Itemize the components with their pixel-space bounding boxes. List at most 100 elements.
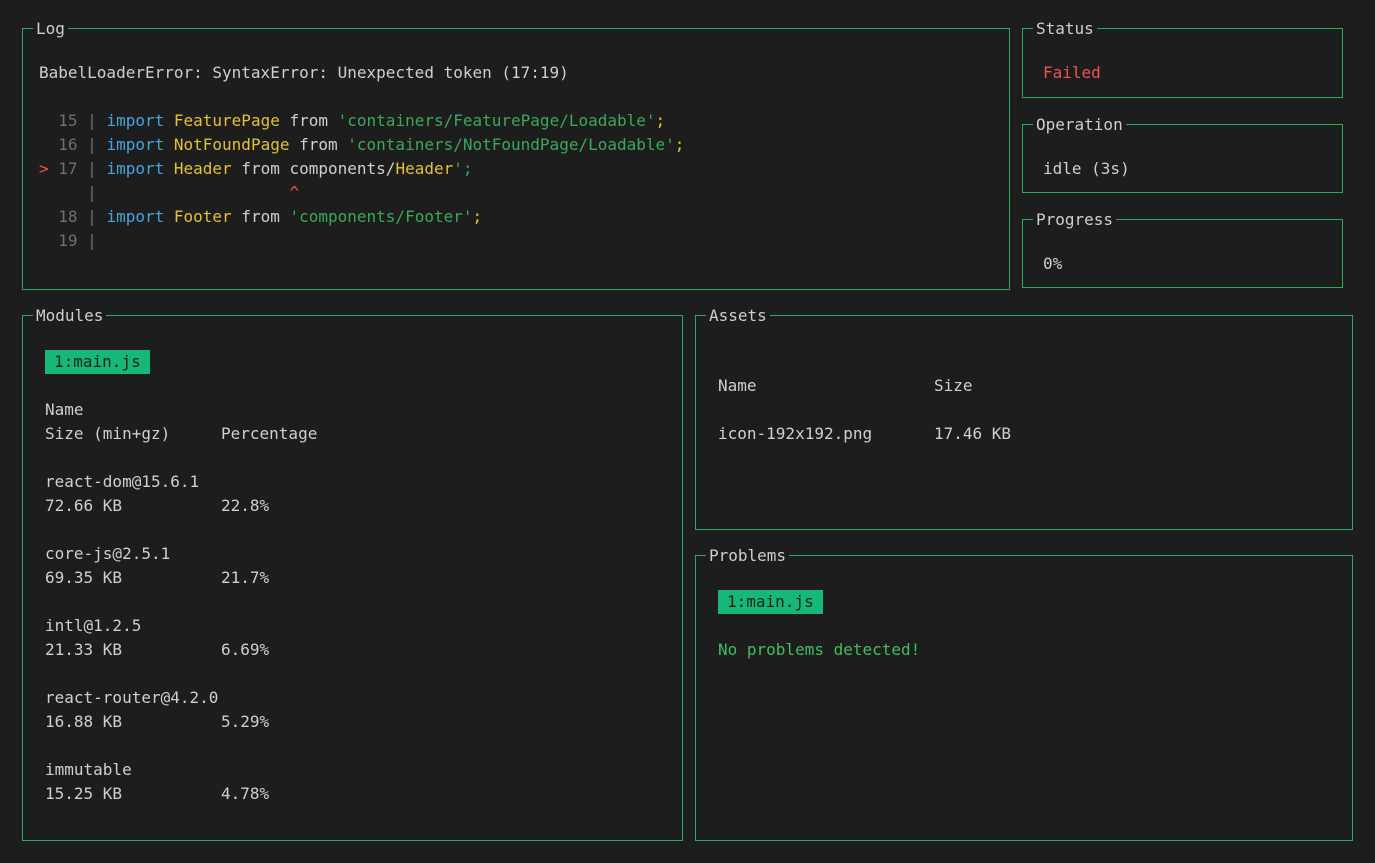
asset-name: icon-192x192.png (718, 422, 934, 446)
operation-panel-title: Operation (1033, 113, 1126, 137)
module-size: 72.66 KB (45, 494, 221, 518)
code-token (164, 135, 174, 154)
asset-size: 17.46 KB (934, 422, 1011, 446)
modules-panel-title: Modules (33, 304, 106, 328)
problems-message: No problems detected! (718, 638, 1352, 662)
module-percentage: 21.7% (221, 566, 269, 590)
module-name: intl@1.2.5 (45, 614, 682, 638)
modules-header-percentage: Percentage (221, 422, 317, 446)
code-token (164, 159, 174, 178)
module-row-line2: 16.88 KB5.29% (45, 710, 682, 734)
code-token: '; (453, 159, 472, 178)
modules-header-line2: Size (min+gz) Percentage (45, 422, 682, 446)
status-panel: Status Failed (1022, 28, 1343, 98)
code-token: import (106, 207, 164, 226)
modules-panel: Modules 1:main.js Name Size (min+gz) Per… (22, 315, 683, 841)
module-size: 69.35 KB (45, 566, 221, 590)
gutter-pipe: | (78, 207, 107, 226)
code-token: import (106, 111, 164, 130)
webpack-dashboard-screen: Log BabelLoaderError: SyntaxError: Unexp… (0, 0, 1375, 863)
code-token: from components/ (232, 159, 396, 178)
module-row: core-js@2.5.169.35 KB21.7% (45, 542, 682, 590)
module-size: 15.25 KB (45, 782, 221, 806)
status-value: Failed (1043, 61, 1342, 85)
line-number: 18 (58, 205, 77, 229)
gutter-pipe: | (78, 159, 107, 178)
assets-rows: icon-192x192.png17.46 KB (718, 422, 1352, 446)
module-row: react-dom@15.6.172.66 KB22.8% (45, 470, 682, 518)
assets-header-name: Name (718, 374, 934, 398)
code-frame: 15 | import FeaturePage from 'containers… (39, 109, 993, 253)
module-row-line2: 15.25 KB4.78% (45, 782, 682, 806)
code-token: Header (395, 159, 453, 178)
module-size: 16.88 KB (45, 710, 221, 734)
code-line: 15 | import FeaturePage from 'containers… (39, 109, 993, 133)
code-token: FeaturePage (174, 111, 280, 130)
code-token: from (289, 135, 347, 154)
operation-value: idle (3s) (1043, 157, 1342, 181)
code-token: Footer (174, 207, 232, 226)
progress-value: 0% (1043, 252, 1342, 276)
module-percentage: 6.69% (221, 638, 269, 662)
line-number: 16 (58, 133, 77, 157)
status-panel-title: Status (1033, 17, 1097, 41)
code-token: import (106, 159, 164, 178)
code-line: >17 | import Header from components/Head… (39, 157, 993, 181)
assets-header-size: Size (934, 374, 973, 398)
code-line: 18 | import Footer from 'components/Foot… (39, 205, 993, 229)
code-token: Header (174, 159, 232, 178)
line-number: 19 (58, 229, 77, 253)
module-percentage: 22.8% (221, 494, 269, 518)
problems-panel-title: Problems (706, 544, 789, 568)
code-line: 19 | (39, 229, 993, 253)
code-token: ; (473, 207, 483, 226)
line-number: 15 (58, 109, 77, 133)
asset-row: icon-192x192.png17.46 KB (718, 422, 1352, 446)
log-scroll-area[interactable]: BabelLoaderError: SyntaxError: Unexpecte… (23, 29, 1009, 289)
module-badge: 1:main.js (45, 350, 150, 374)
gutter-pipe: | (78, 111, 107, 130)
code-token: from (280, 111, 338, 130)
module-row: react-router@4.2.016.88 KB5.29% (45, 686, 682, 734)
modules-header-name: Name (45, 398, 682, 422)
module-name: immutable (45, 758, 682, 782)
problems-badge: 1:main.js (718, 590, 823, 614)
log-panel-title: Log (33, 17, 68, 41)
code-line: | ^ (39, 181, 993, 205)
operation-panel: Operation idle (3s) (1022, 124, 1343, 193)
code-token: 'containers/NotFoundPage/Loadable' (347, 135, 675, 154)
progress-panel-title: Progress (1033, 208, 1116, 232)
modules-rows: react-dom@15.6.172.66 KB22.8% core-js@2.5… (45, 470, 682, 806)
code-line: 16 | import NotFoundPage from 'container… (39, 133, 993, 157)
code-token: ; (656, 111, 666, 130)
error-line-marker: > (39, 157, 58, 181)
module-name: core-js@2.5.1 (45, 542, 682, 566)
code-token: ^ (106, 183, 299, 202)
code-token: ; (675, 135, 685, 154)
module-percentage: 4.78% (221, 782, 269, 806)
code-token (164, 111, 174, 130)
modules-header-size: Size (min+gz) (45, 422, 221, 446)
module-row: immutable15.25 KB4.78% (45, 758, 682, 806)
modules-table-header: Name Size (min+gz) Percentage (45, 398, 682, 446)
code-token: NotFoundPage (174, 135, 290, 154)
gutter-pipe: | (78, 135, 107, 154)
error-message: BabelLoaderError: SyntaxError: Unexpecte… (39, 61, 993, 85)
module-row-line2: 21.33 KB6.69% (45, 638, 682, 662)
module-size: 21.33 KB (45, 638, 221, 662)
assets-panel: Assets Name Size icon-192x192.png17.46 K… (695, 315, 1353, 530)
code-token: from (232, 207, 290, 226)
code-token: 'components/Footer' (289, 207, 472, 226)
assets-panel-title: Assets (706, 304, 770, 328)
module-name: react-dom@15.6.1 (45, 470, 682, 494)
progress-panel: Progress 0% (1022, 219, 1343, 288)
module-row: intl@1.2.521.33 KB6.69% (45, 614, 682, 662)
module-percentage: 5.29% (221, 710, 269, 734)
modules-body: 1:main.js Name Size (min+gz) Percentage … (23, 316, 682, 806)
code-token: 'containers/FeaturePage/Loadable' (338, 111, 656, 130)
module-name: react-router@4.2.0 (45, 686, 682, 710)
module-row-line2: 72.66 KB22.8% (45, 494, 682, 518)
code-token: import (106, 135, 164, 154)
assets-table-header: Name Size (718, 374, 1352, 398)
code-token (164, 207, 174, 226)
